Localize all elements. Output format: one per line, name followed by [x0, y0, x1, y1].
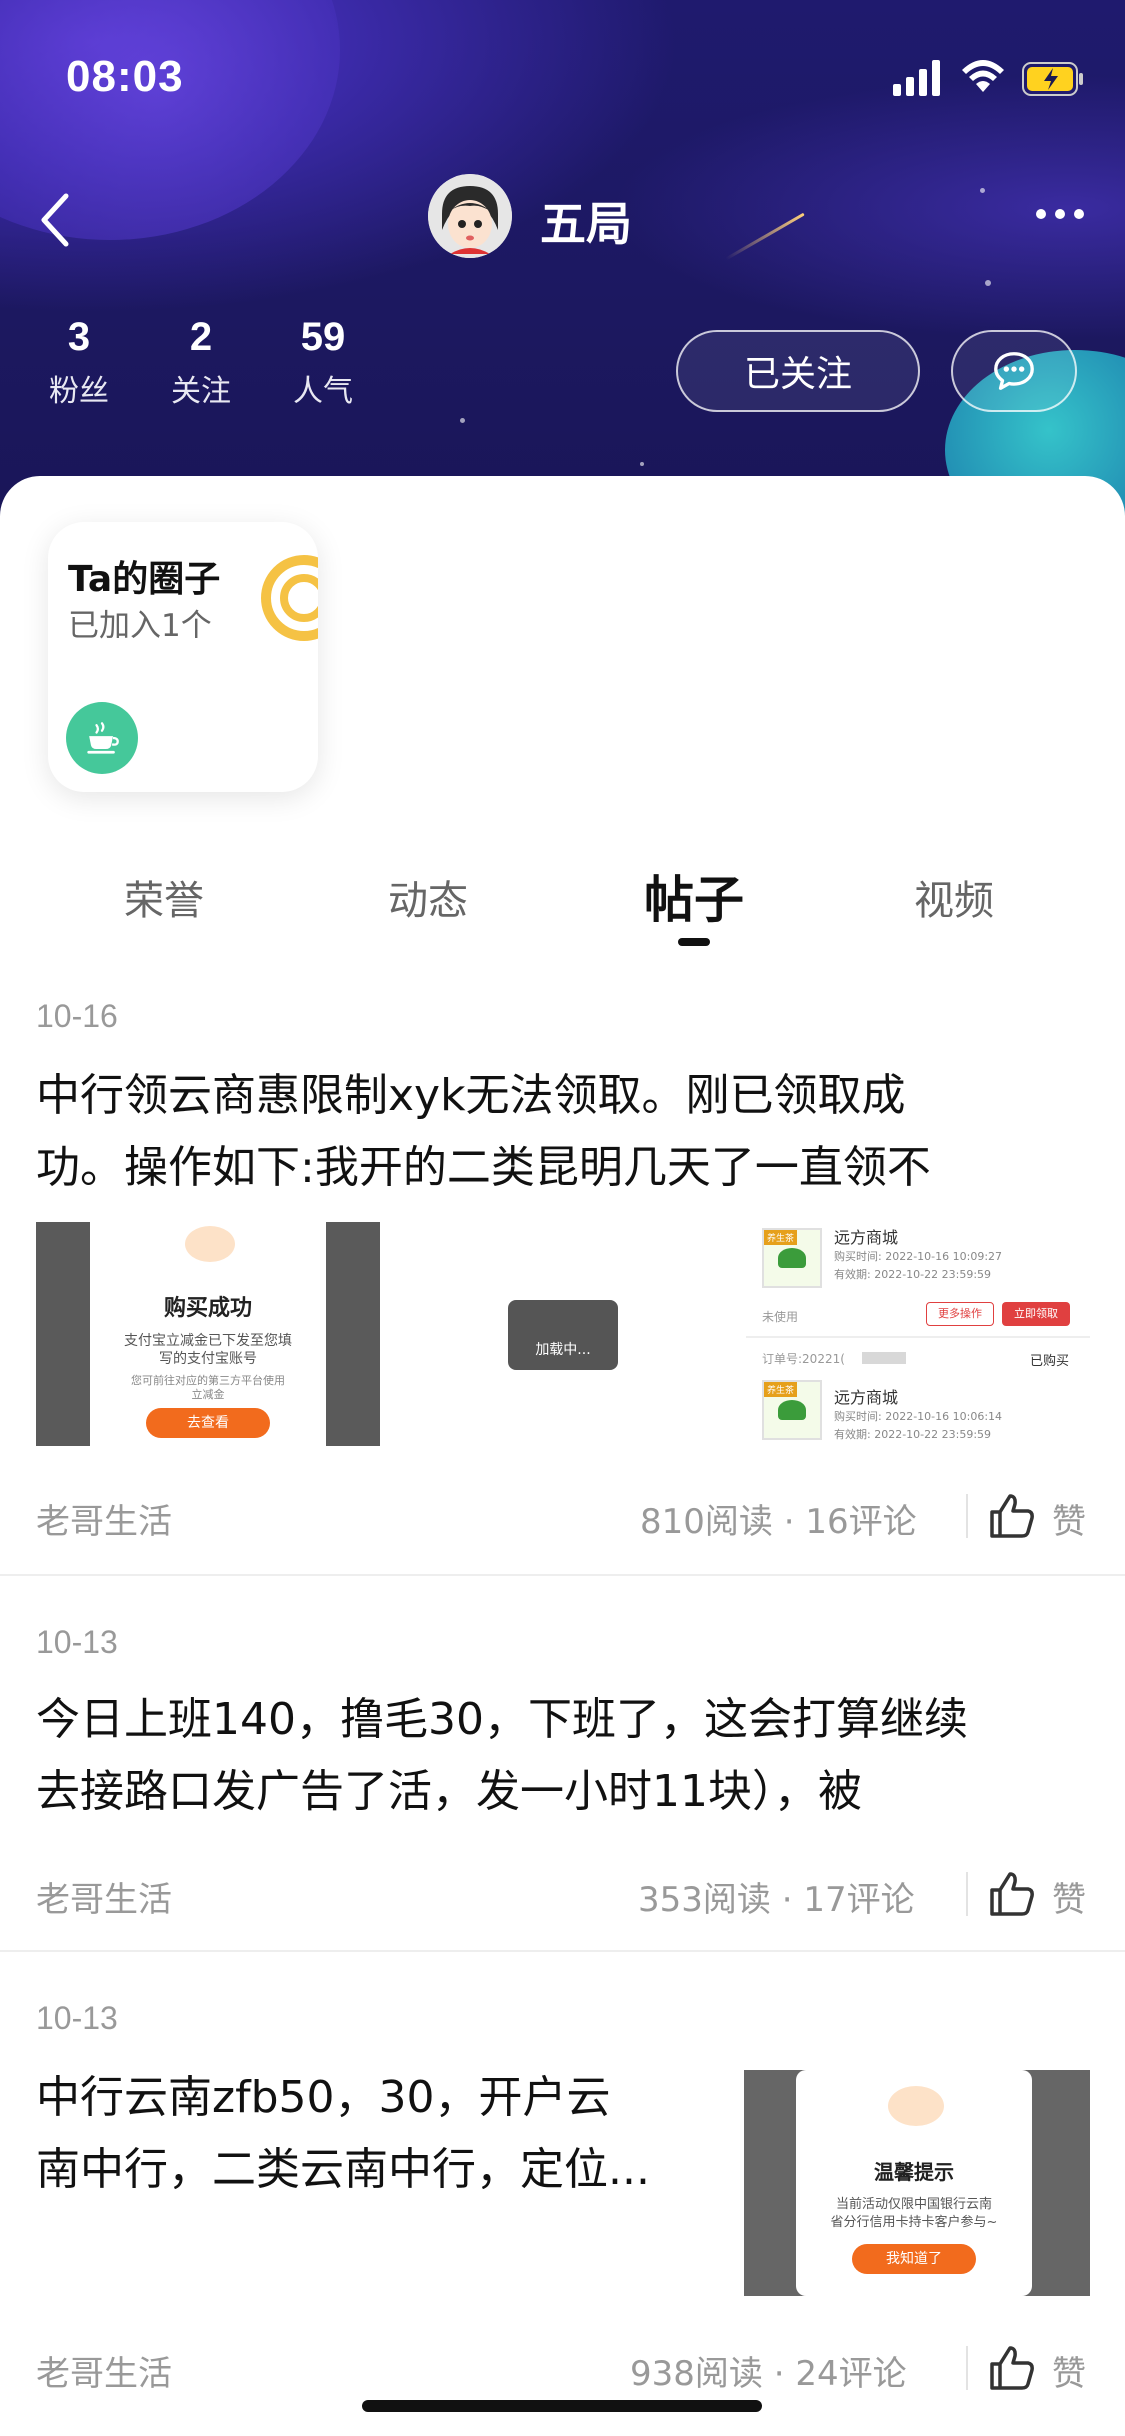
- home-indicator[interactable]: [362, 2400, 762, 2412]
- image-text: 养生茶: [764, 1230, 798, 1245]
- image-text: 当前活动仅限中国银行云南: [835, 2197, 992, 2212]
- profile-tabs: 荣誉 动态 帖子 视频: [0, 860, 1125, 950]
- image-text: 去查看: [146, 1408, 270, 1438]
- stat-value: 59: [300, 315, 346, 359]
- like-label[interactable]: 赞: [1052, 1872, 1086, 1921]
- thumbs-up-icon[interactable]: [986, 1868, 1038, 1920]
- chat-bubble-icon: [994, 352, 1034, 390]
- status-time: 08:03: [66, 52, 184, 101]
- image-text: 写的支付宝账号: [159, 1351, 257, 1367]
- image-text: 省分行信用卡持卡客户参与~: [830, 2215, 998, 2230]
- tea-cup-icon: [66, 702, 138, 774]
- circle-ring-icon: [261, 555, 318, 641]
- stat-popularity[interactable]: 59 人气: [278, 315, 368, 410]
- divider: [966, 2346, 968, 2390]
- stat-value: 3: [67, 315, 91, 359]
- post-text-line: 南中行，二类云南中行，定位...: [36, 2144, 650, 2195]
- image-text: 已购买: [1030, 1354, 1070, 1369]
- image-purchase-success: 购买成功 支付宝立减金已下发至您填 写的支付宝账号 您可前往对应的第三方平台使用…: [90, 1222, 326, 1446]
- avatar[interactable]: [428, 174, 512, 258]
- back-icon[interactable]: [36, 190, 76, 250]
- image-text: 远方商城: [834, 1228, 899, 1247]
- like-label[interactable]: 赞: [1052, 2346, 1086, 2395]
- stat-label: 人气: [293, 374, 353, 409]
- image-shop-logo: 养生茶: [762, 1228, 822, 1288]
- post-stats: 353阅读 · 17评论: [638, 1880, 915, 1920]
- thumbs-up-icon[interactable]: [986, 1490, 1038, 1542]
- circle-card[interactable]: Ta的圈子 已加入1个: [48, 522, 318, 792]
- post-text-line: 今日上班140，撸毛30，下班了，这会打算继续: [36, 1694, 968, 1745]
- active-tab-indicator: [678, 938, 710, 946]
- post-separator: [0, 1950, 1125, 1952]
- image-text: 养生茶: [764, 1382, 798, 1397]
- stat-value: 2: [189, 315, 213, 359]
- tab-activity[interactable]: 动态: [388, 868, 468, 926]
- circle-card-subtitle: 已加入1个: [68, 608, 212, 644]
- post-text-line: 中行领云商惠限制xyk无法领取。刚已领取成: [36, 1070, 906, 1121]
- post-separator: [0, 1574, 1125, 1576]
- image-text: 我知道了: [852, 2244, 976, 2274]
- post-date: 10-16: [36, 998, 118, 1034]
- image-text: 立减金: [191, 1388, 225, 1401]
- message-button[interactable]: [951, 330, 1077, 412]
- image-text: 未使用: [762, 1310, 799, 1324]
- tab-posts[interactable]: 帖子: [644, 860, 744, 932]
- stat-fans[interactable]: 3 粉丝: [34, 315, 124, 410]
- image-text: 购买成功: [163, 1296, 252, 1321]
- thumbs-up-icon[interactable]: [986, 2342, 1038, 2394]
- image-text: 有效期: 2022-10-22 23:59:59: [834, 1428, 992, 1441]
- post-date: 10-13: [36, 2000, 118, 2036]
- image-text: 更多操作: [926, 1302, 994, 1326]
- post-image[interactable]: 加载中...: [394, 1222, 734, 1446]
- image-text: 支付宝立减金已下发至您填: [124, 1333, 292, 1349]
- post-author[interactable]: 老哥生活: [36, 1494, 172, 1543]
- divider: [966, 1872, 968, 1916]
- image-text: 订单号:20221(: [762, 1352, 845, 1366]
- post-text-line: 去接路口发广告了活，发一小时11块），被: [36, 1766, 862, 1817]
- tab-videos[interactable]: 视频: [914, 868, 994, 926]
- stat-label: 粉丝: [49, 374, 109, 409]
- like-label[interactable]: 赞: [1052, 1494, 1086, 1543]
- battery-icon: [1022, 62, 1083, 96]
- image-text: 购买时间: 2022-10-16 10:09:27: [834, 1250, 1003, 1263]
- post-text-line: 功。操作如下:我开的二类昆明几天了一直领不: [36, 1142, 931, 1193]
- top-nav: 五局: [0, 170, 1125, 260]
- username: 五局: [540, 197, 632, 251]
- image-text: 远方商城: [834, 1388, 899, 1407]
- more-icon[interactable]: [1035, 208, 1085, 220]
- image-text: 有效期: 2022-10-22 23:59:59: [834, 1268, 992, 1281]
- image-warm-tip: 温馨提示 当前活动仅限中国银行云南 省分行信用卡持卡客户参与~ 我知道了: [796, 2070, 1032, 2296]
- image-loading-toast: 加载中...: [508, 1300, 618, 1370]
- divider: [966, 1494, 968, 1538]
- star: [640, 462, 644, 466]
- status-bar: 08:03: [0, 0, 1125, 150]
- image-text: 温馨提示: [874, 2160, 954, 2184]
- signal-icon: [893, 60, 940, 96]
- image-text: 购买时间: 2022-10-16 10:06:14: [834, 1410, 1003, 1423]
- post-text-line: 中行云南zfb50，30，开户云: [36, 2072, 611, 2123]
- star: [985, 280, 991, 286]
- post-author[interactable]: 老哥生活: [36, 1872, 172, 1921]
- stat-label: 关注: [171, 374, 231, 409]
- post-stats: 810阅读 · 16评论: [640, 1502, 917, 1542]
- circle-card-title: Ta的圈子: [68, 559, 221, 600]
- image-shop-logo: 养生茶: [762, 1380, 822, 1440]
- image-text: 立即领取: [1002, 1302, 1070, 1326]
- post-date: 10-13: [36, 1624, 118, 1660]
- following-button[interactable]: 已关注: [676, 330, 920, 412]
- post-image[interactable]: 养生茶 远方商城 购买时间: 2022-10-16 10:09:27 有效期: …: [746, 1222, 1090, 1446]
- post-stats: 938阅读 · 24评论: [630, 2354, 907, 2394]
- post-image[interactable]: 温馨提示 当前活动仅限中国银行云南 省分行信用卡持卡客户参与~ 我知道了: [744, 2070, 1090, 2296]
- post-image[interactable]: 购买成功 支付宝立减金已下发至您填 写的支付宝账号 您可前往对应的第三方平台使用…: [36, 1222, 380, 1446]
- tab-honor[interactable]: 荣誉: [124, 868, 204, 926]
- stat-following[interactable]: 2 关注: [156, 315, 246, 410]
- wifi-icon: [962, 60, 1004, 92]
- post-author[interactable]: 老哥生活: [36, 2346, 172, 2395]
- star: [460, 418, 465, 423]
